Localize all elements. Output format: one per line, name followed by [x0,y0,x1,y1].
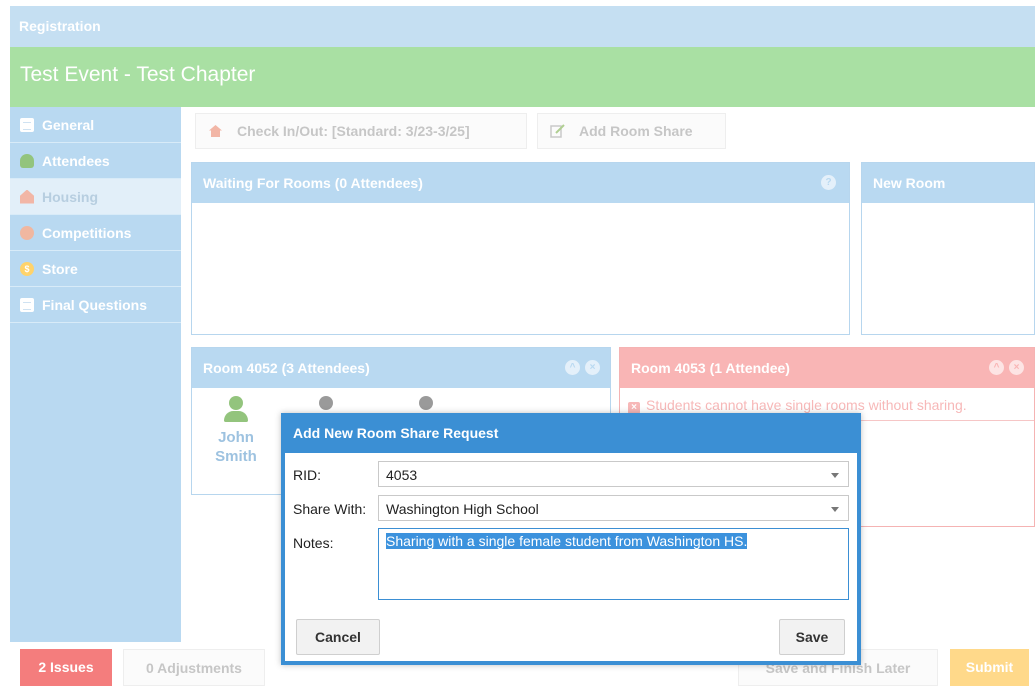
adjustments-button[interactable]: 0 Adjustments [123,649,265,686]
dialog-body: RID: 4053 Share With: Washington High Sc… [285,453,857,661]
house-icon [20,189,34,204]
user-icon [419,396,433,410]
attendee-last-name: Smith [215,448,257,465]
panel-title: New Room [873,175,946,191]
panel-header: Waiting For Rooms (0 Attendees) ? [192,163,849,203]
notes-textarea[interactable]: Sharing with a single female student fro… [378,528,849,600]
panel-header: New Room [862,163,1034,203]
sidebar-item-label: Attendees [42,152,110,169]
panel-title: Room 4052 (3 Attendees) [203,360,370,376]
panel-title: Waiting For Rooms (0 Attendees) [203,175,423,191]
sidebar-item-label: Store [42,260,78,277]
sidebar-item-label: Housing [42,188,98,205]
help-icon[interactable]: ? [821,175,836,190]
add-room-share-button[interactable]: Add Room Share [537,113,726,149]
submit-button[interactable]: Submit [950,649,1029,686]
sidebar-item-store[interactable]: $ Store [10,251,181,287]
edit-icon [550,124,565,138]
add-room-share-label: Add Room Share [579,123,693,139]
share-with-value: Washington High School [386,501,539,517]
collapse-icon[interactable]: ^ [565,360,580,375]
notes-label: Notes: [293,535,334,551]
sidebar: General Attendees Housing Competitions $… [10,107,181,642]
close-icon[interactable]: × [585,360,600,375]
attendee-card[interactable] [396,396,456,410]
notes-value: Sharing with a single female student fro… [386,533,748,549]
close-icon[interactable]: × [1009,360,1024,375]
sidebar-item-label: Final Questions [42,296,148,313]
document-icon [20,117,34,132]
sidebar-item-competitions[interactable]: Competitions [10,215,181,251]
user-icon [319,396,333,410]
panel-header: Room 4052 (3 Attendees) ^ × [192,348,610,388]
attendee-card[interactable]: John Smith [206,396,266,466]
rid-value: 4053 [386,467,418,483]
rid-label: RID: [293,467,321,483]
coin-icon: $ [20,261,34,276]
attendee-first-name: John [218,429,254,446]
panel-title: Room 4053 (1 Attendee) [631,360,790,376]
collapse-icon[interactable]: ^ [989,360,1004,375]
event-title: Test Event - Test Chapter [10,47,1035,107]
new-room-panel[interactable]: New Room [861,162,1035,335]
sidebar-item-final-questions[interactable]: Final Questions [10,287,181,323]
chevron-down-icon [831,473,839,478]
check-in-out-label: Check In/Out: [Standard: 3/23-3/25] [237,123,470,139]
issues-button[interactable]: 2 Issues [20,649,112,686]
check-in-out-button[interactable]: Check In/Out: [Standard: 3/23-3/25] [195,113,527,149]
cancel-button[interactable]: Cancel [296,619,380,655]
user-icon [20,153,34,168]
add-room-share-dialog: Add New Room Share Request RID: 4053 Sha… [281,413,861,665]
window-title: Registration [10,6,1035,47]
share-with-select[interactable]: Washington High School [378,495,849,521]
panel-header: Room 4053 (1 Attendee) ^ × [620,348,1034,388]
dialog-title: Add New Room Share Request [293,425,499,441]
chevron-down-icon [831,507,839,512]
user-icon [229,396,243,410]
attendee-card[interactable] [296,396,356,410]
sidebar-item-label: General [42,116,95,133]
sidebar-item-label: Competitions [42,224,132,241]
warning-text: Students cannot have single rooms withou… [646,397,967,413]
ribbon-icon [20,225,34,240]
save-button[interactable]: Save [779,619,845,655]
rid-select[interactable]: 4053 [378,461,849,487]
document-icon [20,297,34,312]
sidebar-item-attendees[interactable]: Attendees [10,143,181,179]
house-icon [209,125,222,137]
sidebar-item-housing[interactable]: Housing [10,179,181,215]
waiting-for-rooms-panel: Waiting For Rooms (0 Attendees) ? [191,162,850,335]
sidebar-item-general[interactable]: General [10,107,181,143]
share-with-label: Share With: [293,501,367,517]
